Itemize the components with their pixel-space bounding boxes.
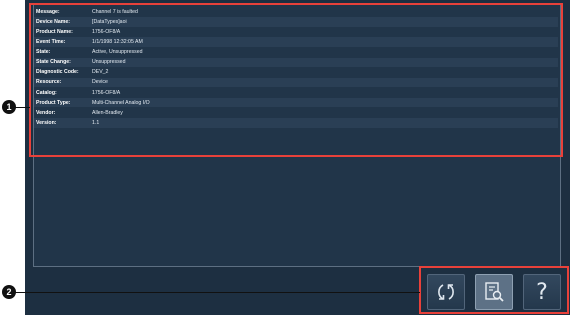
detail-row-diagnostic-code: Diagnostic Code: DEV_2 bbox=[34, 68, 558, 78]
detail-label: State: bbox=[36, 49, 51, 56]
detail-row-product-type: Product Type: Multi-Channel Analog I/O bbox=[34, 97, 558, 108]
detail-label: Vendor: bbox=[36, 109, 56, 116]
detail-label: State Change: bbox=[36, 59, 71, 66]
detail-label: Event Time: bbox=[36, 39, 66, 46]
toolbar-buttons-box: ? bbox=[419, 266, 569, 314]
detail-value: [DataTypes]aoi bbox=[92, 18, 127, 25]
detail-label: Catalog: bbox=[36, 89, 57, 96]
detail-value: 1/1/1998 12:32:05 AM bbox=[92, 39, 143, 46]
help-icon: ? bbox=[536, 279, 548, 305]
detail-label: Product Name: bbox=[36, 28, 73, 35]
detail-value: DEV_2 bbox=[92, 69, 109, 76]
detail-row-catalog: Catalog: 1756-OF8/A bbox=[34, 88, 558, 98]
detail-value: Allen-Bradley bbox=[92, 109, 123, 116]
detail-value: 1756-OF8/A bbox=[92, 28, 121, 35]
refresh-icon bbox=[438, 284, 454, 300]
details-search-icon bbox=[485, 282, 504, 302]
detail-row-state: State: Active, Unsuppressed bbox=[34, 47, 558, 57]
detail-row-product-name: Product Name: 1756-OF8/A bbox=[34, 27, 558, 37]
callout-leader-line bbox=[8, 292, 420, 293]
detail-value: Channel 7 is faulted bbox=[92, 8, 138, 15]
callout-marker-1: 1 bbox=[2, 100, 16, 114]
detail-value: Active, Unsuppressed bbox=[92, 49, 143, 56]
detail-value: 1756-OF8/A bbox=[92, 89, 121, 96]
diagnostic-details-box: Message: Channel 7 is faulted Device Nam… bbox=[29, 3, 563, 157]
refresh-button[interactable] bbox=[427, 274, 465, 310]
details-button[interactable] bbox=[475, 274, 513, 310]
detail-label: Version: bbox=[36, 119, 57, 126]
detail-label: Message: bbox=[36, 8, 60, 15]
detail-row-resource: Resource: Device bbox=[34, 77, 558, 88]
callout-marker-2: 2 bbox=[2, 285, 16, 299]
detail-row-state-change: State Change: Unsuppressed bbox=[34, 57, 558, 67]
detail-label: Resource: bbox=[36, 79, 62, 86]
detail-value: 1.1 bbox=[92, 119, 100, 126]
detail-label: Diagnostic Code: bbox=[36, 69, 79, 76]
detail-value: Unsuppressed bbox=[92, 59, 126, 66]
detail-row-vendor: Vendor: Allen-Bradley bbox=[34, 108, 558, 118]
help-button[interactable]: ? bbox=[523, 274, 561, 310]
detail-row-message: Message: Channel 7 is faulted bbox=[34, 7, 558, 17]
detail-row-device-name: Device Name: [DataTypes]aoi bbox=[34, 17, 558, 27]
detail-value: Device bbox=[92, 79, 108, 86]
detail-value: Multi-Channel Analog I/O bbox=[92, 99, 150, 106]
detail-label: Device Name: bbox=[36, 18, 71, 25]
detail-label: Product Type: bbox=[36, 99, 71, 106]
detail-row-event-time: Event Time: 1/1/1998 12:32:05 AM bbox=[34, 37, 558, 47]
detail-row-version: Version: 1.1 bbox=[34, 118, 558, 128]
